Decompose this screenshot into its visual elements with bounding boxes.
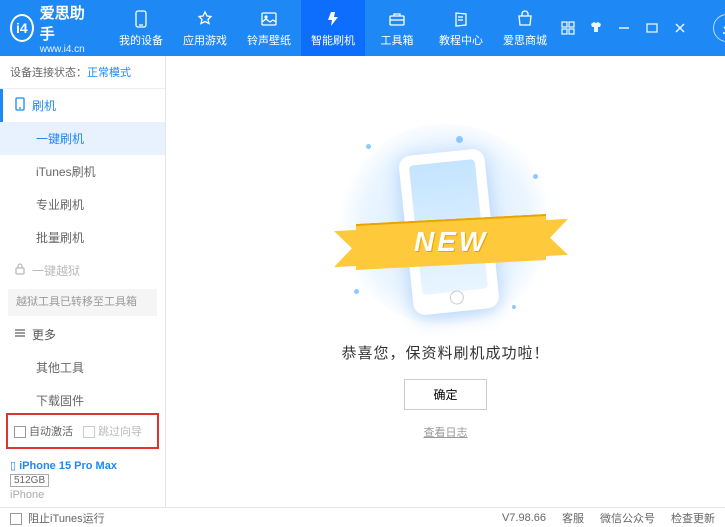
- maximize-icon[interactable]: [641, 17, 663, 39]
- nav-1[interactable]: 应用游戏: [173, 0, 237, 56]
- section-jailbreak: 一键越狱: [0, 254, 165, 287]
- block-itunes-checkbox[interactable]: 阻止iTunes运行: [10, 510, 105, 526]
- section-flash[interactable]: 刷机: [0, 89, 165, 122]
- device-info[interactable]: ▯ iPhone 15 Pro Max 512GB iPhone: [0, 453, 165, 507]
- sidebar-item[interactable]: 一键刷机: [0, 122, 165, 155]
- nav-icon: [451, 9, 471, 29]
- main-content: NEW 恭喜您，保资料刷机成功啦！ 确定 查看日志: [166, 56, 725, 507]
- app-logo: i4 爱思助手 www.i4.cn: [10, 2, 89, 55]
- skin-icon[interactable]: [585, 17, 607, 39]
- menu-icon[interactable]: [557, 17, 579, 39]
- device-icon: ▯: [10, 460, 16, 472]
- nav-icon: [195, 9, 215, 29]
- jailbreak-note: 越狱工具已转移至工具箱: [8, 289, 157, 316]
- skip-guide-checkbox[interactable]: 跳过向导: [83, 423, 142, 439]
- ok-button[interactable]: 确定: [404, 379, 486, 410]
- footer-link-support[interactable]: 客服: [562, 510, 584, 526]
- lock-icon: [14, 263, 26, 278]
- sidebar-item[interactable]: 批量刷机: [0, 221, 165, 254]
- footer-link-update[interactable]: 检查更新: [671, 510, 715, 526]
- nav-icon: [387, 9, 407, 29]
- titlebar: i4 爱思助手 www.i4.cn 我的设备应用游戏铃声壁纸智能刷机工具箱教程中…: [0, 0, 725, 56]
- success-illustration: NEW: [336, 124, 556, 324]
- success-message: 恭喜您，保资料刷机成功啦！: [341, 342, 549, 363]
- section-more[interactable]: 更多: [0, 318, 165, 351]
- sidebar: 设备连接状态：正常模式 刷机 一键刷机iTunes刷机专业刷机批量刷机 一键越狱…: [0, 56, 166, 507]
- nav-icon: [131, 9, 151, 29]
- phone-icon: [14, 97, 26, 114]
- more-icon: [14, 327, 26, 342]
- close-icon[interactable]: [669, 17, 691, 39]
- logo-icon: i4: [10, 14, 34, 42]
- minimize-icon[interactable]: [613, 17, 635, 39]
- app-url: www.i4.cn: [40, 44, 89, 55]
- nav-4[interactable]: 工具箱: [365, 0, 429, 56]
- sidebar-item[interactable]: 下载固件: [0, 384, 165, 409]
- nav-icon: [323, 9, 343, 29]
- sidebar-item[interactable]: 专业刷机: [0, 188, 165, 221]
- sidebar-item[interactable]: iTunes刷机: [0, 155, 165, 188]
- options-row: 自动激活 跳过向导: [6, 413, 159, 449]
- app-name: 爱思助手: [40, 2, 89, 44]
- version-label: V7.98.66: [502, 512, 546, 524]
- view-log-link[interactable]: 查看日志: [424, 424, 468, 440]
- new-ribbon: NEW: [356, 214, 546, 270]
- footer: 阻止iTunes运行 V7.98.66 客服 微信公众号 检查更新: [0, 507, 725, 527]
- nav-3[interactable]: 智能刷机: [301, 0, 365, 56]
- nav-0[interactable]: 我的设备: [109, 0, 173, 56]
- connection-status: 设备连接状态：正常模式: [0, 56, 165, 89]
- nav-icon: [259, 9, 279, 29]
- nav-6[interactable]: 爱思商城: [493, 0, 557, 56]
- nav-2[interactable]: 铃声壁纸: [237, 0, 301, 56]
- main-nav: 我的设备应用游戏铃声壁纸智能刷机工具箱教程中心爱思商城: [109, 0, 557, 56]
- sidebar-item[interactable]: 其他工具: [0, 351, 165, 384]
- footer-link-wechat[interactable]: 微信公众号: [600, 510, 655, 526]
- download-button[interactable]: [713, 14, 725, 42]
- nav-5[interactable]: 教程中心: [429, 0, 493, 56]
- auto-activate-checkbox[interactable]: 自动激活: [14, 423, 73, 439]
- nav-icon: [515, 9, 535, 29]
